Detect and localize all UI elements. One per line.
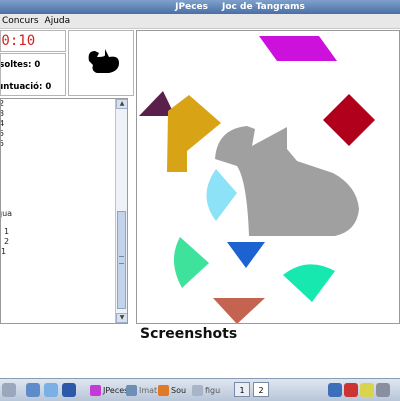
piece-mint-quarter[interactable] (173, 237, 209, 288)
menu-bar: Concurs Ajuda (0, 14, 400, 29)
score-value: Puntuació: 0 (1, 82, 52, 92)
taskbar-item-images[interactable]: Imat (126, 383, 157, 397)
taskbar-label: JPeces (103, 385, 129, 395)
piece-magenta-parallelogram[interactable] (259, 36, 337, 61)
image-icon (126, 384, 137, 396)
piece-gold-square[interactable] (167, 95, 221, 172)
window-title-app: JPeces (175, 2, 209, 12)
list-item[interactable]: 5 (1, 139, 4, 148)
menu-ajuda[interactable]: Ajuda (45, 16, 71, 26)
taskbar-item-jpeces[interactable]: JPeces (90, 383, 128, 397)
piece-blue-triangle[interactable] (227, 242, 265, 268)
timer-panel: 00:10 (0, 30, 66, 52)
page-below-window: Screenshots (0, 324, 400, 378)
globe-icon[interactable] (44, 383, 58, 397)
window-titlebar: JPeces Joc de Tangrams (0, 0, 400, 14)
arrow-down-icon[interactable]: ▼ (116, 313, 127, 323)
menu-concurs[interactable]: Concurs (2, 16, 39, 26)
piece-red-diamond[interactable] (323, 94, 375, 146)
list-item[interactable]: 1 (4, 227, 9, 236)
pager-1[interactable]: 1 (234, 382, 250, 397)
scrollbar-thumb[interactable] (117, 211, 126, 309)
list-item[interactable]: 2 (4, 237, 9, 246)
tangram-pieces (139, 36, 375, 323)
pager-2[interactable]: 2 (253, 382, 269, 397)
target-preview-panel (68, 30, 134, 96)
piece-skyblue-quarter[interactable] (206, 169, 238, 221)
network-icon[interactable] (344, 383, 358, 397)
solved-count: Resoltes: 0 (0, 60, 41, 70)
browser-icon (158, 384, 169, 396)
folder-icon (192, 384, 203, 396)
jpeces-icon (90, 384, 101, 396)
taskbar-item-figures[interactable]: figu (192, 383, 220, 397)
home-icon[interactable] (26, 383, 40, 397)
figure-list[interactable]: 2 3 4 5 5 qua 1 2 1 ▲ ▼ (0, 98, 128, 324)
window-title-doc: Joc de Tangrams (222, 2, 305, 12)
list-item[interactable]: 4 (1, 119, 4, 128)
taskbar-label: figu (205, 385, 221, 395)
piece-aqua-fan[interactable] (283, 264, 335, 302)
taskbar: JPeces Imat Sou figu 1 2 (0, 378, 400, 401)
list-item[interactable]: 3 (1, 109, 4, 118)
power-icon[interactable] (376, 383, 390, 397)
tangram-canvas[interactable] (136, 30, 400, 324)
page-heading: Screenshots (140, 326, 238, 342)
grip-icon (119, 256, 124, 264)
list-scrollbar[interactable]: ▲ ▼ (115, 99, 127, 323)
piece-terracotta-triangle[interactable] (213, 298, 265, 323)
list-item[interactable]: 1 (1, 247, 6, 256)
volume-icon[interactable] (328, 383, 342, 397)
list-item[interactable]: 2 (1, 99, 4, 108)
timer-display: 00:10 (1, 33, 36, 49)
puzzle-silhouette (215, 126, 359, 236)
taskbar-item-sound[interactable]: Sou (158, 383, 186, 397)
clipboard-icon[interactable] (360, 383, 374, 397)
swan-silhouette-icon (88, 49, 119, 73)
list-item[interactable]: qua (1, 209, 12, 218)
list-item[interactable]: 5 (1, 129, 4, 138)
taskbar-label: Sou (171, 385, 187, 395)
arrow-up-icon[interactable]: ▲ (116, 99, 127, 109)
start-icon[interactable] (2, 383, 16, 397)
stats-panel: Resoltes: 0 Puntuació: 0 (0, 53, 66, 96)
firefox-icon[interactable] (62, 383, 76, 397)
taskbar-label: Imat (139, 385, 158, 395)
